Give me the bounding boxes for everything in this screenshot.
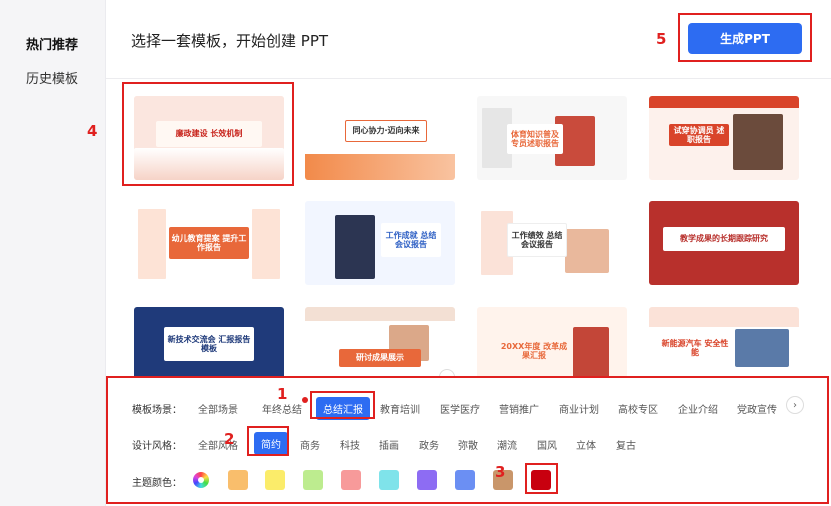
sidebar-item-history[interactable]: 历史模板 (26, 68, 78, 87)
template-card[interactable]: 工作绩效 总结会议报告 (477, 201, 627, 285)
annotation-number-1: 1 (277, 385, 288, 403)
template-card[interactable]: 新能源汽车 安全性能 (649, 307, 799, 378)
template-title: 研讨成果展示 (339, 349, 421, 367)
template-card[interactable]: 试穿协调员 述职报告 (649, 96, 799, 180)
sidebar: 热门推荐 历史模板 (0, 0, 106, 506)
template-title: 体育知识普及 专员述职报告 (507, 124, 563, 154)
sidebar-item-hot[interactable]: 热门推荐 (26, 34, 78, 53)
template-card[interactable]: 新技术交流会 汇报报告模板 (134, 307, 284, 378)
annotation-box-color (525, 463, 558, 494)
template-card[interactable]: 教学成果的长期跟踪研究 (649, 201, 799, 285)
annotation-box-generate (678, 13, 812, 62)
template-card[interactable]: 同心协力·迈向未来 (305, 96, 455, 180)
annotation-number-4: 4 (87, 122, 98, 140)
template-title: 工作成就 总结会议报告 (381, 223, 441, 257)
template-title: 新技术交流会 汇报报告模板 (164, 327, 254, 361)
template-title: 新能源汽车 安全性能 (659, 335, 731, 361)
annotation-box-template (122, 82, 294, 186)
template-title: 20XX年度 改革成果汇报 (500, 341, 568, 360)
template-card[interactable]: 幼儿教育提案 提升工作报告 (134, 201, 284, 285)
annotation-number-5: 5 (656, 30, 667, 48)
annotation-number-2: 2 (224, 430, 235, 448)
template-title: 试穿协调员 述职报告 (669, 124, 729, 146)
template-card[interactable]: 体育知识普及 专员述职报告 (477, 96, 627, 180)
annotation-box-scene (310, 391, 375, 419)
template-card[interactable]: 研讨成果展示 (305, 307, 455, 378)
annotation-number-3: 3 (495, 463, 506, 481)
annotation-box-style (247, 426, 289, 456)
template-picker-dialog: 热门推荐 历史模板 选择一套模板，开始创建 PPT 生成PPT 廉政建设 长效机… (0, 0, 831, 506)
template-card[interactable]: 20XX年度 改革成果汇报 (477, 307, 627, 378)
template-title: 工作绩效 总结会议报告 (507, 223, 567, 257)
template-card[interactable]: 工作成就 总结会议报告 (305, 201, 455, 285)
annotation-box-filters (106, 376, 829, 504)
template-title: 教学成果的长期跟踪研究 (663, 227, 785, 251)
template-title: 幼儿教育提案 提升工作报告 (169, 227, 249, 259)
page-title: 选择一套模板，开始创建 PPT (131, 32, 329, 50)
template-title: 同心协力·迈向未来 (345, 120, 427, 142)
